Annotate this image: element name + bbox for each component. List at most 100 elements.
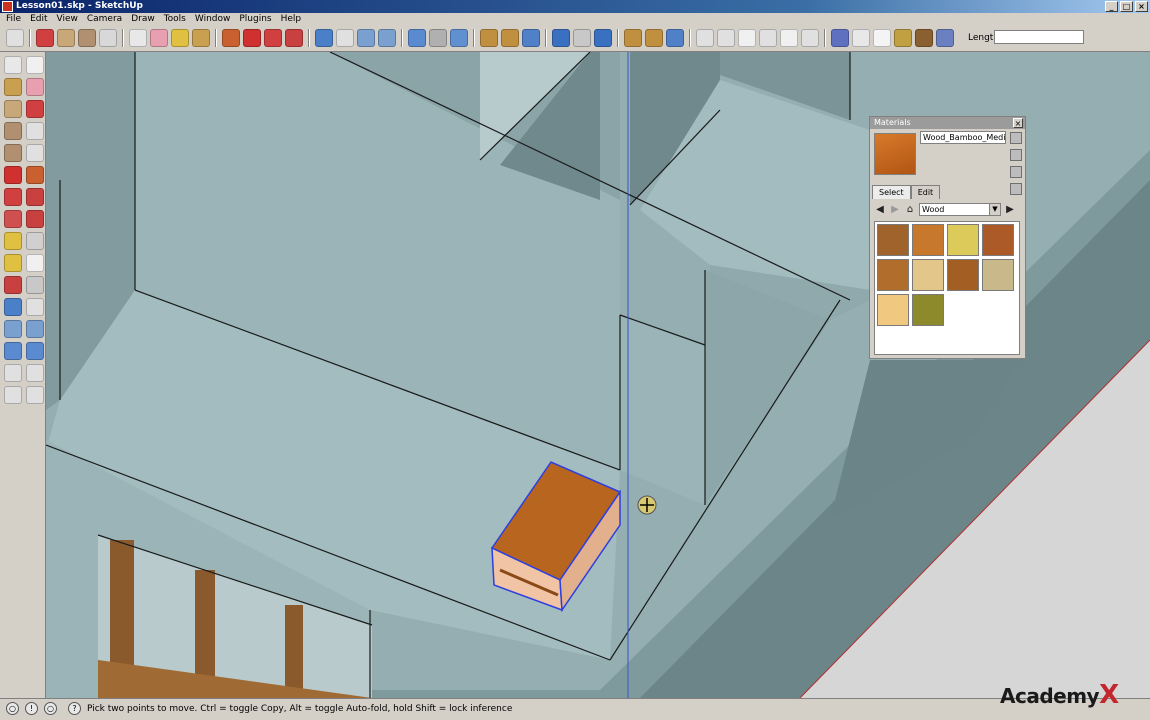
left-view-icon[interactable] <box>801 29 819 47</box>
material-swatch[interactable] <box>982 259 1014 291</box>
next-view-icon[interactable] <box>429 29 447 47</box>
tab-edit[interactable]: Edit <box>910 185 941 199</box>
menu-help[interactable]: Help <box>281 13 302 26</box>
material-swatch[interactable] <box>877 294 909 326</box>
text-icon[interactable] <box>26 254 44 272</box>
material-preview[interactable] <box>874 133 916 175</box>
material-swatch[interactable] <box>877 224 909 256</box>
back-view-icon[interactable] <box>780 29 798 47</box>
select-icon[interactable] <box>4 56 22 74</box>
arc-icon[interactable] <box>99 29 117 47</box>
iso-view-icon[interactable] <box>696 29 714 47</box>
make-component-icon[interactable] <box>26 56 44 74</box>
circle-icon[interactable] <box>78 29 96 47</box>
rotate-icon[interactable] <box>264 29 282 47</box>
google-earth-icon[interactable] <box>552 29 570 47</box>
back-arrow-icon[interactable]: ◀ <box>874 204 886 216</box>
monochrome-icon[interactable] <box>936 29 954 47</box>
camera-icon[interactable] <box>450 29 468 47</box>
zoom-icon[interactable] <box>357 29 375 47</box>
section-display-icon[interactable] <box>645 29 663 47</box>
top-view-icon[interactable] <box>717 29 735 47</box>
follow-me-icon[interactable] <box>26 188 44 206</box>
material-category-select[interactable]: Wood ▼ <box>919 203 1001 216</box>
push-pull-icon[interactable] <box>222 29 240 47</box>
tape-measure-icon[interactable] <box>4 232 22 250</box>
user-icon[interactable]: ○ <box>44 702 57 715</box>
previous-view-icon[interactable] <box>408 29 426 47</box>
paint-bucket-icon[interactable] <box>192 29 210 47</box>
protractor-icon[interactable] <box>4 254 22 272</box>
menu-file[interactable]: File <box>6 13 21 26</box>
length-input[interactable] <box>994 30 1084 44</box>
menu-camera[interactable]: Camera <box>87 13 122 26</box>
share-model-icon[interactable] <box>501 29 519 47</box>
polygon-icon[interactable] <box>4 144 22 162</box>
offset-icon[interactable] <box>26 210 44 228</box>
menu-plugins[interactable]: Plugins <box>239 13 271 26</box>
tab-select[interactable]: Select <box>872 185 911 199</box>
menu-window[interactable]: Window <box>195 13 231 26</box>
orbit-icon[interactable] <box>315 29 333 47</box>
zoom-icon[interactable] <box>4 320 22 338</box>
zoom-extents-icon[interactable] <box>378 29 396 47</box>
follow-me-icon[interactable] <box>285 29 303 47</box>
front-view-icon[interactable] <box>738 29 756 47</box>
material-swatch[interactable] <box>947 259 979 291</box>
select-icon[interactable] <box>6 29 24 47</box>
material-swatch[interactable] <box>947 224 979 256</box>
dimension-icon[interactable] <box>26 232 44 250</box>
scale-icon[interactable] <box>4 210 22 228</box>
eraser-icon[interactable] <box>150 29 168 47</box>
sample-paint-icon[interactable] <box>1010 183 1022 195</box>
make-component-icon[interactable] <box>129 29 147 47</box>
help-icon[interactable]: ? <box>68 702 81 715</box>
position-camera-icon[interactable] <box>4 386 22 404</box>
default-material-icon[interactable] <box>1010 149 1022 161</box>
section-cut-icon[interactable] <box>666 29 684 47</box>
material-swatch[interactable] <box>912 294 944 326</box>
earth-snapshot-icon[interactable] <box>573 29 591 47</box>
zoom-extents-icon[interactable] <box>4 342 22 360</box>
rectangle-icon[interactable] <box>4 100 22 118</box>
rectangle-icon[interactable] <box>57 29 75 47</box>
previous-view-icon[interactable] <box>26 342 44 360</box>
shaded-textures-icon[interactable] <box>915 29 933 47</box>
credits-icon[interactable]: ! <box>25 702 38 715</box>
close-button[interactable]: × <box>1135 1 1148 12</box>
forward-arrow-icon[interactable]: ▶ <box>889 204 901 216</box>
arc-icon[interactable] <box>26 122 44 140</box>
section-plane-icon[interactable] <box>624 29 642 47</box>
eraser-icon[interactable] <box>26 78 44 96</box>
create-material-icon[interactable] <box>1010 132 1022 144</box>
wireframe-icon[interactable] <box>852 29 870 47</box>
paint-bucket-icon[interactable] <box>4 78 22 96</box>
line-icon[interactable] <box>26 100 44 118</box>
menu-draw[interactable]: Draw <box>131 13 155 26</box>
material-swatch[interactable] <box>982 224 1014 256</box>
geo-location-icon[interactable]: ○ <box>6 702 19 715</box>
material-swatch[interactable] <box>912 224 944 256</box>
maximize-button[interactable]: □ <box>1120 1 1133 12</box>
minimize-button[interactable]: _ <box>1105 1 1118 12</box>
material-name-field[interactable]: Wood_Bamboo_Medium <box>920 131 1006 144</box>
3d-text-icon[interactable] <box>26 276 44 294</box>
pencil-icon[interactable] <box>36 29 54 47</box>
get-models-icon[interactable] <box>480 29 498 47</box>
shaded-icon[interactable] <box>894 29 912 47</box>
freehand-icon[interactable] <box>26 144 44 162</box>
right-view-icon[interactable] <box>759 29 777 47</box>
hidden-line-icon[interactable] <box>873 29 891 47</box>
home-icon[interactable]: ⌂ <box>904 204 916 216</box>
menu-edit[interactable]: Edit <box>30 13 47 26</box>
push-pull-icon[interactable] <box>26 166 44 184</box>
earth-toggle-icon[interactable] <box>594 29 612 47</box>
components-icon[interactable] <box>522 29 540 47</box>
display-secondary-icon[interactable] <box>1010 166 1022 178</box>
rotate-icon[interactable] <box>4 188 22 206</box>
close-icon[interactable]: × <box>1013 118 1023 128</box>
pan-icon[interactable] <box>336 29 354 47</box>
menu-view[interactable]: View <box>57 13 78 26</box>
tape-measure-icon[interactable] <box>171 29 189 47</box>
zoom-window-icon[interactable] <box>26 320 44 338</box>
